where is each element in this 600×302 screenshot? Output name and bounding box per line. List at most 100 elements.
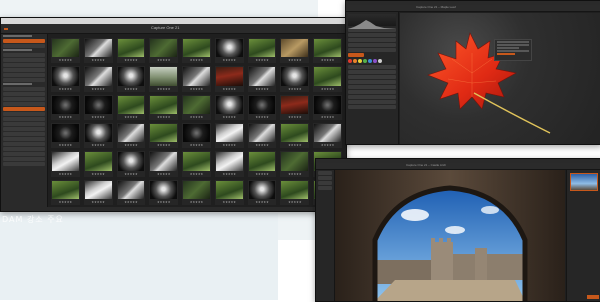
photo-thumbnail[interactable]: ★★★★★	[247, 38, 277, 64]
tool-row[interactable]	[348, 38, 396, 42]
photo-thumbnail[interactable]: ★★★★★	[214, 38, 244, 64]
star-rating[interactable]: ★★★★★	[117, 115, 146, 119]
star-rating[interactable]: ★★★★★	[248, 58, 277, 62]
sidebar-item[interactable]	[3, 53, 45, 57]
tool-row[interactable]	[348, 65, 396, 69]
star-rating[interactable]: ★★★★★	[215, 87, 244, 91]
main-image-viewer[interactable]	[335, 170, 565, 301]
tool-row[interactable]	[348, 105, 396, 109]
photo-thumbnail[interactable]: ★★★★★	[247, 66, 277, 92]
tool-row[interactable]	[348, 90, 396, 94]
star-rating[interactable]: ★★★★★	[280, 58, 309, 62]
photo-thumbnail[interactable]: ★★★★★	[313, 94, 342, 120]
tool-row[interactable]	[318, 186, 332, 190]
photo-thumbnail[interactable]: ★★★★★	[214, 179, 244, 205]
star-rating[interactable]: ★★★★★	[182, 143, 211, 147]
star-rating[interactable]: ★★★★★	[215, 115, 244, 119]
star-rating[interactable]: ★★★★★	[215, 58, 244, 62]
photo-thumbnail[interactable]: ★★★★★	[280, 123, 310, 149]
sidebar-item[interactable]	[3, 137, 45, 141]
tool-row[interactable]	[348, 48, 396, 52]
photo-thumbnail[interactable]: ★★★★★	[51, 66, 80, 92]
tool-row-active[interactable]	[348, 53, 364, 57]
tool-row[interactable]	[348, 100, 396, 104]
tool-row[interactable]	[348, 70, 396, 74]
photo-thumbnail[interactable]: ★★★★★	[149, 66, 179, 92]
star-rating[interactable]: ★★★★★	[84, 58, 113, 62]
photo-thumbnail[interactable]: ★★★★★	[83, 94, 113, 120]
photo-thumbnail[interactable]: ★★★★★	[280, 151, 310, 177]
star-rating[interactable]: ★★★★★	[51, 115, 80, 119]
star-rating[interactable]: ★★★★★	[248, 200, 277, 204]
sidebar-item[interactable]	[3, 44, 45, 48]
color-swatch[interactable]	[368, 59, 372, 63]
photo-thumbnail[interactable]: ★★★★★	[149, 38, 179, 64]
sidebar-item[interactable]	[3, 92, 45, 96]
star-rating[interactable]: ★★★★★	[51, 172, 80, 176]
photo-thumbnail[interactable]: ★★★★★	[83, 66, 113, 92]
star-rating[interactable]: ★★★★★	[313, 143, 342, 147]
sidebar-item-selected[interactable]	[3, 107, 45, 111]
star-rating[interactable]: ★★★★★	[149, 172, 178, 176]
sidebar-item[interactable]	[3, 127, 45, 131]
sidebar-item[interactable]	[3, 102, 45, 106]
tool-row[interactable]	[348, 85, 396, 89]
main-image-viewer[interactable]	[400, 13, 600, 144]
photo-thumbnail[interactable]: ★★★★★	[116, 179, 146, 205]
color-swatch[interactable]	[358, 59, 362, 63]
star-rating[interactable]: ★★★★★	[313, 115, 342, 119]
photo-thumbnail[interactable]: ★★★★★	[214, 123, 244, 149]
photo-thumbnail[interactable]: ★★★★★	[214, 94, 244, 120]
photo-thumbnail[interactable]: ★★★★★	[182, 66, 211, 92]
color-swatch[interactable]	[363, 59, 367, 63]
filmstrip-thumbnail[interactable]	[570, 173, 598, 191]
sidebar-item-selected[interactable]	[3, 39, 45, 43]
star-rating[interactable]: ★★★★★	[280, 172, 309, 176]
photo-thumbnail[interactable]: ★★★★★	[280, 179, 310, 205]
tool-row[interactable]	[348, 80, 396, 84]
star-rating[interactable]: ★★★★★	[280, 87, 309, 91]
sidebar-item[interactable]	[3, 78, 45, 82]
sidebar-item[interactable]	[3, 152, 45, 156]
sidebar-item[interactable]	[3, 73, 45, 77]
floating-adjust-panel[interactable]	[494, 39, 532, 61]
photo-thumbnail[interactable]: ★★★★★	[51, 94, 80, 120]
star-rating[interactable]: ★★★★★	[248, 115, 277, 119]
star-rating[interactable]: ★★★★★	[149, 200, 178, 204]
sidebar-item[interactable]	[3, 117, 45, 121]
photo-thumbnail[interactable]: ★★★★★	[182, 179, 211, 205]
photo-thumbnail[interactable]: ★★★★★	[214, 66, 244, 92]
tool-row[interactable]	[318, 181, 332, 185]
star-rating[interactable]: ★★★★★	[182, 200, 211, 204]
star-rating[interactable]: ★★★★★	[149, 143, 178, 147]
photo-thumbnail[interactable]: ★★★★★	[83, 38, 113, 64]
photo-thumbnail[interactable]: ★★★★★	[280, 38, 310, 64]
photo-thumbnail[interactable]: ★★★★★	[149, 123, 179, 149]
sidebar-item[interactable]	[3, 132, 45, 136]
sidebar-item[interactable]	[3, 58, 45, 62]
star-rating[interactable]: ★★★★★	[117, 172, 146, 176]
photo-thumbnail[interactable]: ★★★★★	[247, 179, 277, 205]
sidebar-item[interactable]	[3, 63, 45, 67]
sidebar-item[interactable]	[3, 68, 45, 72]
star-rating[interactable]: ★★★★★	[117, 87, 146, 91]
sidebar-item[interactable]	[3, 87, 45, 91]
star-rating[interactable]: ★★★★★	[313, 58, 342, 62]
sidebar-item[interactable]	[3, 112, 45, 116]
sidebar-item[interactable]	[3, 142, 45, 146]
photo-thumbnail[interactable]: ★★★★★	[116, 38, 146, 64]
photo-thumbnail[interactable]: ★★★★★	[51, 151, 80, 177]
star-rating[interactable]: ★★★★★	[84, 172, 113, 176]
sidebar-item[interactable]	[3, 122, 45, 126]
photo-thumbnail[interactable]: ★★★★★	[280, 66, 310, 92]
star-rating[interactable]: ★★★★★	[280, 115, 309, 119]
star-rating[interactable]: ★★★★★	[182, 172, 211, 176]
tool-row[interactable]	[318, 171, 332, 175]
tool-row[interactable]	[318, 176, 332, 180]
star-rating[interactable]: ★★★★★	[51, 143, 80, 147]
star-rating[interactable]: ★★★★★	[84, 143, 113, 147]
photo-thumbnail[interactable]: ★★★★★	[313, 66, 342, 92]
photo-thumbnail[interactable]: ★★★★★	[51, 38, 80, 64]
star-rating[interactable]: ★★★★★	[84, 87, 113, 91]
photo-thumbnail[interactable]: ★★★★★	[182, 94, 211, 120]
